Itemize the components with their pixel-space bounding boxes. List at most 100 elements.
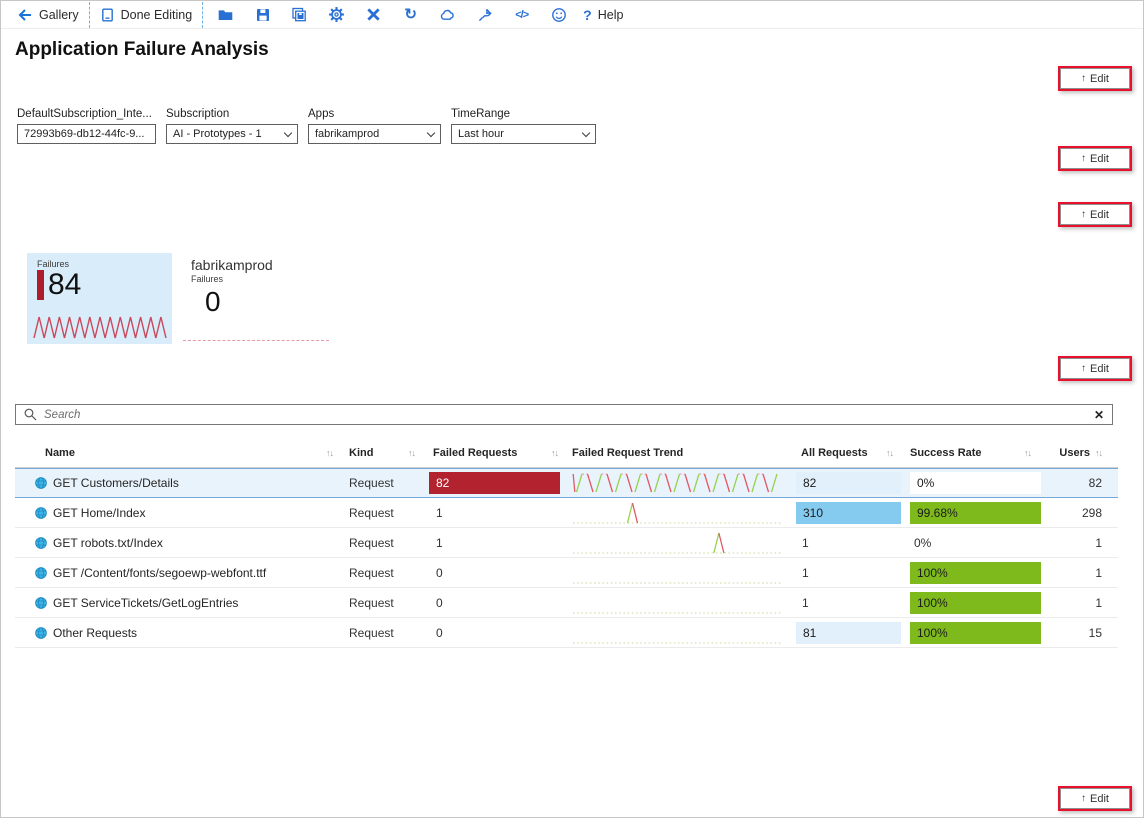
row-kind: Request [347, 536, 429, 550]
row-name: Other Requests [53, 626, 137, 640]
failed-requests-cell: 0 [429, 596, 443, 610]
parameter-apps: Apps fabrikamprod [308, 108, 441, 144]
code-button[interactable]: </> [503, 1, 540, 28]
table-row[interactable]: GET Customers/Details Request 82 82 0% 8… [15, 468, 1118, 498]
table-row[interactable]: GET ServiceTickets/GetLogEntries Request… [15, 588, 1118, 618]
back-arrow-icon [17, 7, 33, 23]
success-rate-bar: 100% [910, 622, 1041, 644]
save-all-button[interactable] [281, 1, 318, 28]
table-row[interactable]: GET /Content/fonts/segoewp-webfont.ttf R… [15, 558, 1118, 588]
sort-icon: ↑↓ [551, 448, 558, 458]
settings-button[interactable] [318, 1, 355, 28]
failures-tile: Failures 84 [27, 253, 172, 344]
code-icon: </> [515, 9, 528, 21]
subscription-dropdown[interactable]: AI - Prototypes - 1 [166, 124, 298, 144]
parameter-label: Apps [308, 108, 441, 120]
emoji-button[interactable] [540, 1, 577, 28]
sort-icon: ↑↓ [408, 448, 415, 458]
row-kind: Request [347, 506, 429, 520]
globe-icon [35, 507, 47, 519]
edit-button-bottom[interactable]: ↑Edit [1058, 786, 1132, 811]
all-requests-cell: 1 [795, 536, 809, 550]
globe-icon [35, 627, 47, 639]
toolbar: Gallery Done Editing ↻ [1, 1, 1143, 29]
failed-requests-bar: 82 [429, 472, 560, 494]
column-header-name[interactable]: Name↑↓ [15, 447, 347, 459]
search-input[interactable] [44, 409, 1087, 421]
apps-dropdown[interactable]: fabrikamprod [308, 124, 441, 144]
edit-button-parameters[interactable]: ↑Edit [1058, 146, 1132, 171]
row-kind: Request [347, 566, 429, 580]
table-row[interactable]: GET robots.txt/Index Request 1 1 0% 1 [15, 528, 1118, 558]
globe-icon [35, 597, 47, 609]
chevron-down-icon [582, 128, 590, 136]
table-row[interactable]: Other Requests Request 0 81 100% 15 [15, 618, 1118, 648]
parameter-label: Subscription [166, 108, 298, 120]
refresh-button[interactable]: ↻ [392, 1, 429, 28]
default-subscription-input[interactable] [24, 128, 149, 140]
sort-icon: ↑↓ [1024, 448, 1031, 458]
column-header-failed-requests[interactable]: Failed Requests↑↓ [429, 447, 572, 459]
cloud-button[interactable] [429, 1, 466, 28]
parameter-timerange: TimeRange Last hour [451, 108, 596, 144]
pin-button[interactable] [466, 1, 503, 28]
gallery-label: Gallery [39, 8, 79, 22]
edit-button-title[interactable]: ↑Edit [1058, 66, 1132, 91]
all-requests-bar: 310 [796, 502, 901, 524]
globe-icon [35, 537, 47, 549]
column-header-success-rate[interactable]: Success Rate↑↓ [907, 447, 1045, 459]
row-name: GET robots.txt/Index [53, 536, 163, 550]
sort-icon: ↑↓ [1095, 448, 1102, 458]
folder-icon [217, 7, 234, 23]
column-header-users[interactable]: Users↑↓ [1045, 447, 1118, 459]
help-icon: ? [583, 7, 592, 23]
help-button[interactable]: ? Help [577, 1, 629, 28]
failed-requests-cell: 0 [429, 566, 443, 580]
column-header-kind[interactable]: Kind↑↓ [347, 447, 429, 459]
row-kind: Request [347, 626, 429, 640]
emoji-icon [551, 7, 567, 23]
cloud-icon [439, 7, 456, 23]
close-button[interactable] [355, 1, 392, 28]
save-button[interactable] [244, 1, 281, 28]
table-header: Name↑↓ Kind↑↓ Failed Requests↑↓ Failed R… [15, 438, 1118, 468]
row-name: GET /Content/fonts/segoewp-webfont.ttf [53, 566, 266, 580]
success-rate-bar: 100% [910, 562, 1041, 584]
toolbar-separator [89, 2, 90, 28]
row-name: GET ServiceTickets/GetLogEntries [53, 596, 238, 610]
success-rate-cell: 0% [910, 472, 1041, 494]
sort-icon: ↑↓ [886, 448, 893, 458]
users-cell: 1 [1045, 596, 1118, 610]
search-icon [24, 408, 37, 421]
tile-title: fabrikamprod [191, 257, 329, 273]
users-cell: 1 [1045, 536, 1118, 550]
help-label: Help [598, 8, 624, 22]
notebook-icon [100, 7, 115, 23]
all-requests-cell: 1 [795, 566, 809, 580]
edit-button-tiles[interactable]: ↑Edit [1058, 202, 1132, 227]
failed-request-trend-sparkline [572, 620, 788, 646]
users-cell: 82 [1045, 476, 1118, 490]
folder-button[interactable] [207, 1, 244, 28]
failed-request-trend-sparkline [572, 470, 788, 496]
row-kind: Request [347, 476, 429, 490]
clear-search-icon[interactable]: ✕ [1094, 409, 1104, 421]
row-kind: Request [347, 596, 429, 610]
globe-icon [35, 567, 47, 579]
all-requests-cell: 82 [796, 472, 901, 494]
edit-button-table[interactable]: ↑Edit [1058, 356, 1132, 381]
sort-icon: ↑↓ [326, 448, 333, 458]
timerange-dropdown[interactable]: Last hour [451, 124, 596, 144]
done-editing-button[interactable]: Done Editing [94, 1, 199, 28]
gallery-button[interactable]: Gallery [11, 1, 85, 28]
done-editing-label: Done Editing [121, 8, 193, 22]
requests-table: Name↑↓ Kind↑↓ Failed Requests↑↓ Failed R… [15, 438, 1118, 648]
table-row[interactable]: GET Home/Index Request 1 310 99.68% 298 [15, 498, 1118, 528]
failures-value: 84 [48, 270, 81, 300]
pin-icon [477, 7, 493, 23]
column-header-all-requests[interactable]: All Requests↑↓ [795, 447, 907, 459]
column-header-failed-request-trend[interactable]: Failed Request Trend [572, 447, 795, 459]
parameter-subscription: Subscription AI - Prototypes - 1 [166, 108, 298, 144]
parameter-label: DefaultSubscription_Inte... [17, 108, 156, 120]
zero-trend-line [183, 340, 329, 341]
